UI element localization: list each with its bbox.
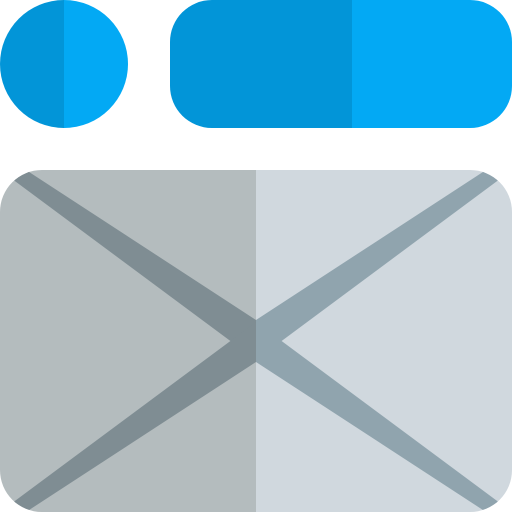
- image-placeholder: [0, 170, 512, 512]
- image-placeholder-layout-icon: [0, 0, 512, 512]
- layout-icon-svg: [0, 0, 512, 512]
- image-placeholder-right-half: [256, 170, 512, 512]
- avatar-circle: [0, 0, 128, 128]
- image-placeholder-left-half: [0, 170, 256, 512]
- title-bar: [170, 0, 512, 128]
